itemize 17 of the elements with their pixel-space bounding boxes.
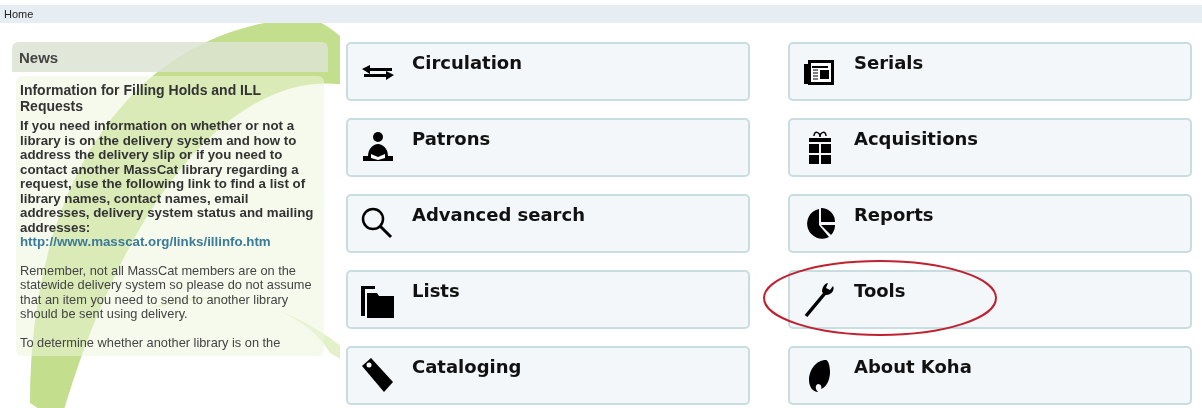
menu-tile[interactable]: About Koha (788, 346, 1192, 405)
news-text: To determine whether another library is on the (20, 335, 282, 350)
menu-tile[interactable]: Acquisitions (788, 118, 1192, 177)
menu-tile[interactable]: Tools (788, 270, 1192, 329)
menu-tile[interactable]: Serials (788, 42, 1192, 101)
menu-tile[interactable]: Advanced search (346, 194, 750, 253)
breadcrumb-link[interactable]: Home (4, 8, 34, 20)
info-link[interactable]: http://www.masscat.org/links/illinfo.htm (20, 234, 271, 249)
menu-tile[interactable]: Lists (346, 270, 750, 329)
news-title: Information for Filling Holds and ILL Requests (20, 82, 262, 114)
news-text: Remember, not all MassCat members are on the statewide delivery system so please do not assume that an item you need to send to another library should be sent using delivery. (20, 263, 313, 322)
menu-tile[interactable]: Cataloging (346, 346, 750, 405)
menu-tile[interactable]: Patrons (346, 118, 750, 177)
news-text: If you need information on whether or not a library is on the delivery system and how to address the delivery slip or if you need to contact another MassCat library regarding a request, use the following link to find a list of library names, contact names, email addresses, delivery system status and mailing addresses: http://www.masscat.org/links/illinfo.htm (20, 119, 315, 250)
menu-tile[interactable]: Circulation (346, 42, 750, 101)
news-heading: News (12, 42, 328, 72)
menu-tile[interactable]: Reports (788, 194, 1192, 253)
